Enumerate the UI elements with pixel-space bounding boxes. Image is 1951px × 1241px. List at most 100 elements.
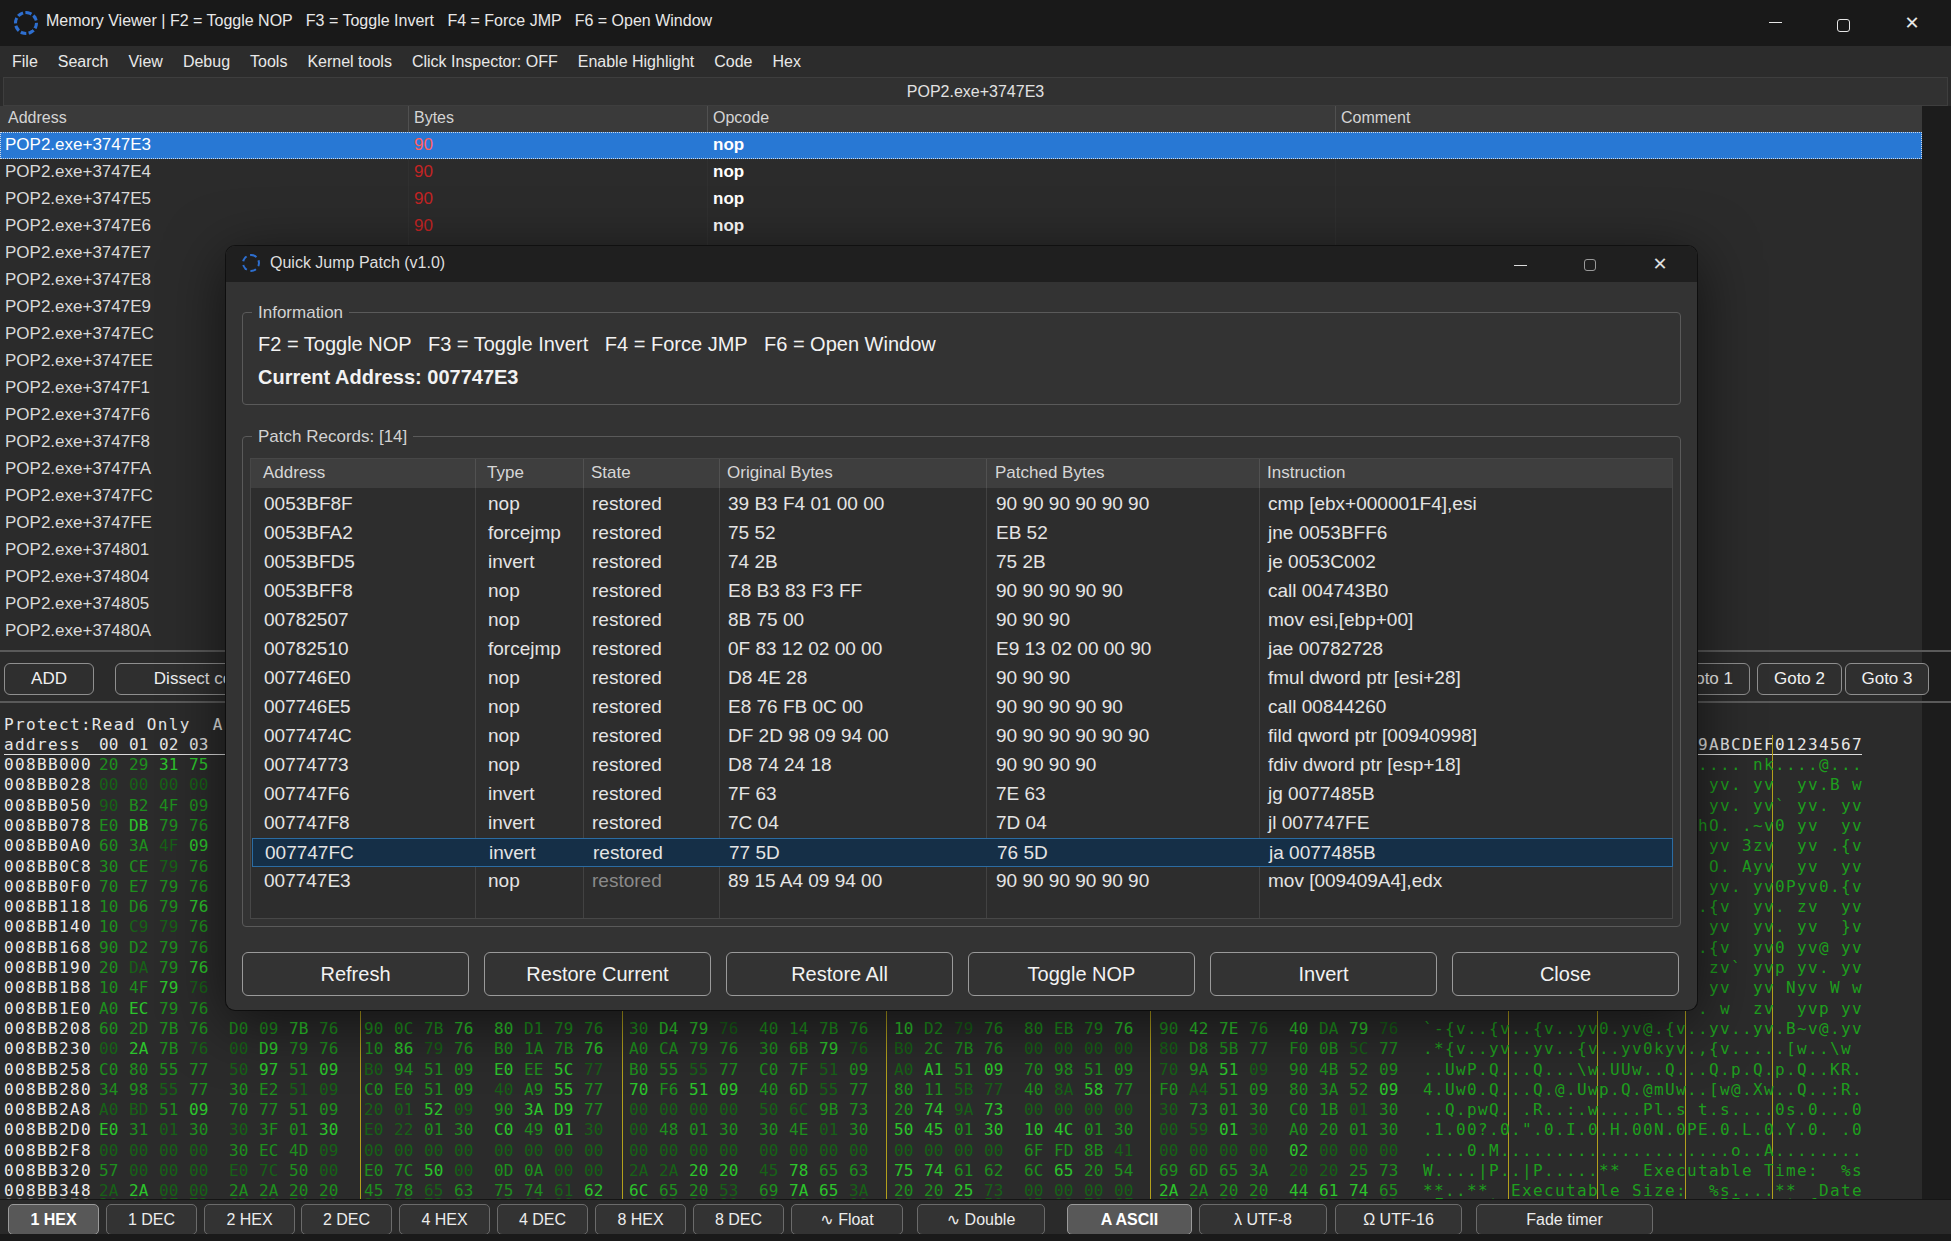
- hex-byte[interactable]: 50: [894, 1120, 916, 1139]
- hex-byte[interactable]: 77: [719, 1060, 741, 1079]
- hex-byte[interactable]: 10: [99, 917, 121, 936]
- hex-byte[interactable]: 73: [984, 1100, 1006, 1119]
- hex-byte[interactable]: 00: [759, 1141, 781, 1160]
- hex-byte[interactable]: 2D: [129, 1019, 151, 1038]
- hex-byte[interactable]: 73: [1189, 1100, 1211, 1119]
- hex-byte[interactable]: 76: [1114, 1019, 1136, 1038]
- hex-row-address[interactable]: 008BB2A8: [4, 1100, 92, 1119]
- hex-byte[interactable]: 09: [189, 796, 211, 815]
- scrollbar-track[interactable]: [1922, 106, 1951, 1199]
- close-button[interactable]: Close: [1452, 952, 1679, 996]
- toolbar-8-dec-button[interactable]: 8 DEC: [693, 1204, 784, 1235]
- hex-byte[interactable]: 8B: [1084, 1141, 1106, 1160]
- col-comment[interactable]: Comment: [1341, 109, 1410, 127]
- hex-byte[interactable]: E7: [129, 877, 151, 896]
- hex-byte[interactable]: 00: [689, 1100, 711, 1119]
- hex-byte[interactable]: 30: [229, 1080, 251, 1099]
- hex-byte[interactable]: D8: [1189, 1039, 1211, 1058]
- hex-byte[interactable]: D0: [229, 1019, 251, 1038]
- hex-byte[interactable]: 55: [554, 1080, 576, 1099]
- hex-byte[interactable]: 76: [454, 1039, 476, 1058]
- hex-byte[interactable]: 00: [1159, 1141, 1181, 1160]
- hex-byte[interactable]: 01: [424, 1120, 446, 1139]
- hex-byte[interactable]: 98: [1054, 1060, 1076, 1079]
- hex-byte[interactable]: 77: [189, 1080, 211, 1099]
- hex-row-address[interactable]: 008BB0A0: [4, 836, 92, 855]
- hex-byte[interactable]: D2: [129, 938, 151, 957]
- hex-byte[interactable]: 79: [1084, 1019, 1106, 1038]
- toolbar-2-hex-button[interactable]: 2 HEX: [204, 1204, 295, 1235]
- hex-byte[interactable]: 6B: [789, 1039, 811, 1058]
- hex-byte[interactable]: 76: [189, 877, 211, 896]
- hex-byte[interactable]: C0: [494, 1120, 516, 1139]
- hex-byte[interactable]: 00: [159, 1141, 181, 1160]
- hex-byte[interactable]: 65: [1219, 1161, 1241, 1180]
- hex-row-address[interactable]: 008BB2F8: [4, 1141, 92, 1160]
- hex-byte[interactable]: 86: [394, 1039, 416, 1058]
- hex-byte[interactable]: 20: [1084, 1161, 1106, 1180]
- hex-byte[interactable]: 76: [189, 1019, 211, 1038]
- hex-byte[interactable]: 76: [454, 1019, 476, 1038]
- hex-row-address[interactable]: 008BB1E0: [4, 999, 92, 1018]
- goto2-button[interactable]: Goto 2: [1757, 663, 1842, 695]
- hex-byte[interactable]: 76: [319, 1019, 341, 1038]
- hex-byte[interactable]: 30: [1114, 1120, 1136, 1139]
- col-opcode[interactable]: Opcode: [713, 109, 769, 127]
- hex-byte[interactable]: 90: [494, 1100, 516, 1119]
- hex-byte[interactable]: 40: [494, 1080, 516, 1099]
- hex-byte[interactable]: 80: [1159, 1039, 1181, 1058]
- restore-current-button[interactable]: Restore Current: [484, 952, 711, 996]
- hex-byte[interactable]: 80: [1289, 1080, 1311, 1099]
- hex-byte[interactable]: C0: [364, 1080, 386, 1099]
- hex-byte[interactable]: CE: [129, 857, 151, 876]
- hex-byte[interactable]: 76: [849, 1039, 871, 1058]
- hex-byte[interactable]: 25: [1349, 1161, 1371, 1180]
- hex-byte[interactable]: 77: [259, 1100, 281, 1119]
- hex-byte[interactable]: 01: [954, 1120, 976, 1139]
- hex-byte[interactable]: E0: [394, 1080, 416, 1099]
- hex-byte[interactable]: 30: [454, 1120, 476, 1139]
- hex-row-address[interactable]: 008BB0C8: [4, 857, 92, 876]
- hex-byte[interactable]: 01: [1084, 1120, 1106, 1139]
- hex-byte[interactable]: 55: [819, 1080, 841, 1099]
- hex-row-address[interactable]: 008BB0F0: [4, 877, 92, 896]
- hex-byte[interactable]: 00: [629, 1120, 651, 1139]
- hex-byte[interactable]: 30: [319, 1120, 341, 1139]
- hex-byte[interactable]: 74: [924, 1100, 946, 1119]
- hex-byte[interactable]: 4C: [1054, 1120, 1076, 1139]
- hex-byte[interactable]: 30: [1249, 1100, 1271, 1119]
- menu-item-debug[interactable]: Debug: [183, 53, 230, 71]
- hex-row-address[interactable]: 008BB140: [4, 917, 92, 936]
- hex-byte[interactable]: B0: [894, 1039, 916, 1058]
- hex-byte[interactable]: 51: [1219, 1060, 1241, 1079]
- hex-byte[interactable]: 00: [99, 1141, 121, 1160]
- hex-byte[interactable]: 6D: [1189, 1161, 1211, 1180]
- hex-byte[interactable]: 76: [984, 1039, 1006, 1058]
- hex-byte[interactable]: 77: [1249, 1039, 1271, 1058]
- hex-byte[interactable]: A0: [629, 1039, 651, 1058]
- menu-item-view[interactable]: View: [128, 53, 162, 71]
- hex-byte[interactable]: 31: [159, 755, 181, 774]
- hex-byte[interactable]: 74: [924, 1161, 946, 1180]
- hex-byte[interactable]: 4D: [289, 1141, 311, 1160]
- hex-row-address[interactable]: 008BB000: [4, 755, 92, 774]
- hex-byte[interactable]: 31: [129, 1120, 151, 1139]
- hex-byte[interactable]: 50: [289, 1161, 311, 1180]
- patch-record-row[interactable]: 00782510forcejmprestored0F 83 12 02 00 0…: [252, 635, 1673, 664]
- hex-byte[interactable]: 09: [189, 836, 211, 855]
- hex-byte[interactable]: 00: [364, 1141, 386, 1160]
- hex-byte[interactable]: 20: [99, 958, 121, 977]
- hex-byte[interactable]: 79: [554, 1019, 576, 1038]
- toolbar-fade-timer-button[interactable]: Fade timer: [1476, 1204, 1653, 1235]
- hex-byte[interactable]: 7B: [159, 1039, 181, 1058]
- hex-byte[interactable]: C0: [1289, 1100, 1311, 1119]
- hex-byte[interactable]: 52: [424, 1100, 446, 1119]
- hex-byte[interactable]: 6D: [789, 1080, 811, 1099]
- hex-byte[interactable]: 00: [554, 1161, 576, 1180]
- hex-byte[interactable]: 00: [1349, 1141, 1371, 1160]
- hex-byte[interactable]: 79: [289, 1039, 311, 1058]
- hex-byte[interactable]: 30: [849, 1120, 871, 1139]
- hex-row-address[interactable]: 008BB168: [4, 938, 92, 957]
- hex-byte[interactable]: F0: [1159, 1080, 1181, 1099]
- toolbar-1-hex-button[interactable]: 1 HEX: [8, 1204, 99, 1235]
